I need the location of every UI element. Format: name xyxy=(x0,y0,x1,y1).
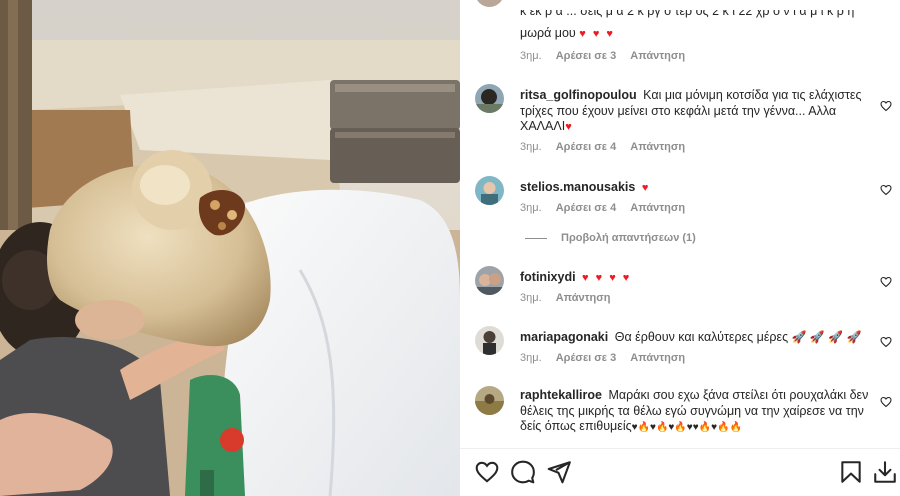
comment-meta: 3ημ. Αρέσει σε 4 Απάντηση xyxy=(520,141,696,153)
comment-text-line2: μωρά μου ♥ ♥ ♥ xyxy=(520,26,615,40)
download-icon[interactable] xyxy=(872,459,898,485)
heart-emoji: ♥ xyxy=(565,121,574,133)
avatar[interactable] xyxy=(475,84,504,113)
divider-line xyxy=(525,237,547,239)
heart-outline-icon[interactable] xyxy=(880,184,892,196)
comment-meta: 3ημ. Αρέσει σε 3 Απάντηση xyxy=(520,352,696,364)
comment-text: κ εκ ρ α ... σεις μ α 2 κ ργ ό τερ ος 2 … xyxy=(520,10,855,18)
comment-time: 3ημ. xyxy=(520,202,542,214)
reply-button[interactable]: Απάντηση xyxy=(630,50,685,62)
comment-text: ritsa_golfinopoulou Και μια μόνιμη κοτσί… xyxy=(520,88,862,133)
comment-username[interactable]: ritsa_golfinopoulou xyxy=(520,88,637,102)
comment-time: 3ημ. xyxy=(520,141,542,153)
comment-text: mariapagonaki Θα έρθουν και καλύτερες μέ… xyxy=(520,330,862,344)
comment-time: 3ημ. xyxy=(520,352,542,364)
comment-text: raphtekalliroe Μαράκι σου εχω ξάνα στείλ… xyxy=(520,388,869,433)
comment-username[interactable]: mariapagonaki xyxy=(520,330,608,344)
speech-bubble-icon[interactable] xyxy=(510,459,536,485)
heart-outline-icon[interactable] xyxy=(880,276,892,288)
view-replies-link[interactable]: Προβολή απαντήσεων (1) xyxy=(525,232,696,244)
heart-fire-emoji: ♥🔥♥🔥♥🔥♥♥🔥♥🔥🔥 xyxy=(631,422,742,433)
comment-meta: 3ημ. Απάντηση xyxy=(520,292,622,304)
heart-outline-icon[interactable] xyxy=(474,459,500,485)
heart-emoji: ♥ ♥ ♥ xyxy=(579,28,615,40)
post-photo xyxy=(0,0,460,496)
comment-meta: 3ημ. Αρέσει σε 4 Απάντηση xyxy=(520,202,696,214)
comment-username[interactable]: fotinixydi xyxy=(520,270,576,284)
rocket-emoji: 🚀 🚀 🚀 🚀 xyxy=(791,330,862,344)
comments-panel: κ εκ ρ α ... σεις μ α 2 κ ργ ό τερ ος 2 … xyxy=(460,0,900,496)
heart-outline-icon[interactable] xyxy=(880,396,892,408)
comment-likes[interactable]: Αρέσει σε 3 xyxy=(556,352,617,364)
avatar[interactable] xyxy=(475,266,504,295)
paper-plane-icon[interactable] xyxy=(546,459,572,485)
comment-list: κ εκ ρ α ... σεις μ α 2 κ ργ ό τερ ος 2 … xyxy=(460,0,900,448)
reply-button[interactable]: Απάντηση xyxy=(630,352,685,364)
comment-likes[interactable]: Αρέσει σε 3 xyxy=(556,50,617,62)
bookmark-icon[interactable] xyxy=(838,459,864,485)
comment-username[interactable]: stelios.manousakis xyxy=(520,180,635,194)
avatar[interactable] xyxy=(475,386,504,415)
heart-emoji: ♥ ♥ ♥ ♥ xyxy=(582,272,632,284)
heart-outline-icon[interactable] xyxy=(880,100,892,112)
comment-time: 3ημ. xyxy=(520,292,542,304)
comment-time: 3ημ. xyxy=(520,50,542,62)
heart-outline-icon[interactable] xyxy=(880,336,892,348)
post-action-bar xyxy=(460,448,900,496)
avatar[interactable] xyxy=(475,0,504,7)
comment-likes[interactable]: Αρέσει σε 4 xyxy=(556,141,617,153)
avatar[interactable] xyxy=(475,326,504,355)
reply-button[interactable]: Απάντηση xyxy=(630,202,685,214)
comment-likes[interactable]: Αρέσει σε 4 xyxy=(556,202,617,214)
comment-text: fotinixydi ♥ ♥ ♥ ♥ xyxy=(520,270,874,287)
comment-meta: 3ημ. Αρέσει σε 3 Απάντηση xyxy=(520,50,696,62)
reply-button[interactable]: Απάντηση xyxy=(630,141,685,153)
comment-text: stelios.manousakis ♥ xyxy=(520,180,874,197)
reply-button[interactable]: Απάντηση xyxy=(556,292,611,304)
avatar[interactable] xyxy=(475,176,504,205)
comment-username[interactable]: raphtekalliroe xyxy=(520,388,602,402)
heart-emoji: ♥ xyxy=(641,182,651,194)
